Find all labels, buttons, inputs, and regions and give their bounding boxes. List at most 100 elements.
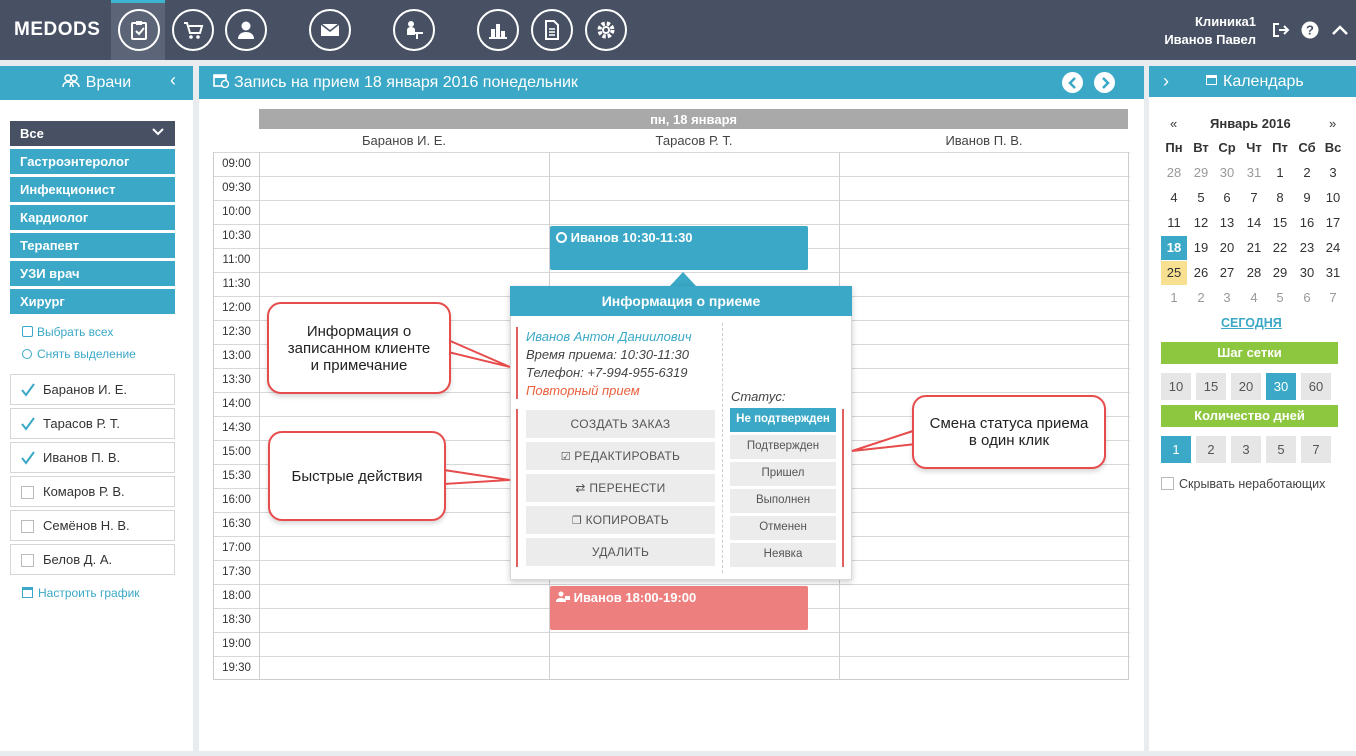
calendar-day[interactable]: 28 [1241,261,1267,285]
calendar-day[interactable]: 14 [1241,211,1267,235]
days-count-option[interactable]: 7 [1301,436,1331,463]
calendar-day[interactable]: 7 [1241,186,1267,210]
grid-step-option[interactable]: 30 [1266,373,1296,400]
collapse-chevron-up-icon[interactable] [1331,23,1349,42]
status-button-cancelled[interactable]: Отменен [730,516,836,540]
select-all-link[interactable]: Выбрать всех [22,325,113,339]
hide-nonworking-checkbox[interactable]: Скрывать неработающих [1161,477,1325,491]
nav-doctor-button[interactable] [393,9,435,51]
logout-icon[interactable] [1272,22,1290,43]
nav-user-button[interactable] [225,9,267,51]
status-button-unconfirmed[interactable]: Не подтвержден [730,408,836,432]
calendar-day[interactable]: 30 [1294,261,1320,285]
calendar-day[interactable]: 31 [1241,161,1267,185]
doctor-item[interactable]: Семёнов Н. В. [10,510,175,541]
time-row[interactable]: 10:00 [214,200,1130,224]
calendar-day[interactable]: 27 [1214,261,1240,285]
calendar-day[interactable]: 1 [1267,161,1293,185]
grid-step-option[interactable]: 10 [1161,373,1191,400]
calendar-day[interactable]: 20 [1214,236,1240,260]
nav-settings-button[interactable] [585,9,627,51]
user-name[interactable]: Иванов Павел [1164,32,1256,47]
calendar-day[interactable]: 23 [1294,236,1320,260]
calendar-day[interactable]: 24 [1320,236,1346,260]
today-link[interactable]: СЕГОДНЯ [1221,316,1282,330]
calendar-day[interactable]: 22 [1267,236,1293,260]
create-order-button[interactable]: СОЗДАТЬ ЗАКАЗ [526,410,715,438]
nav-reports-button[interactable] [477,9,519,51]
checkbox-empty[interactable] [21,486,34,499]
copy-button[interactable]: ❐ КОПИРОВАТЬ [526,506,715,534]
checkbox-empty[interactable] [21,554,34,567]
next-month-button[interactable]: » [1329,116,1336,131]
delete-button[interactable]: УДАЛИТЬ [526,538,715,566]
days-count-option[interactable]: 5 [1266,436,1296,463]
calendar-grid[interactable]: Пн Вт Ср Чт Пт Сб Вс 28 29 30 31 1 2 3 4 5 6 7 8 9 10 11 12 13 1… [1161,136,1347,316]
calendar-day[interactable]: 28 [1161,161,1187,185]
calendar-day[interactable]: 1 [1161,286,1187,310]
doctor-item[interactable]: Иванов П. В. [10,442,175,473]
status-button-noshow[interactable]: Неявка [730,543,836,567]
doctor-item[interactable]: Белов Д. А. [10,544,175,575]
nav-documents-button[interactable] [531,9,573,51]
specialty-item[interactable]: Инфекционист [10,177,175,202]
calendar-day[interactable]: 10 [1320,186,1346,210]
calendar-day[interactable]: 2 [1294,161,1320,185]
appointment-block[interactable]: Иванов 18:00-19:00 [550,586,808,630]
edit-button[interactable]: ☑ РЕДАКТИРОВАТЬ [526,442,715,470]
collapse-left-chevron-icon[interactable]: ‹ [170,70,176,91]
nav-mail-button[interactable] [309,9,351,51]
time-row[interactable]: 19:00 [214,632,1130,656]
nav-clipboard-button[interactable] [118,9,160,51]
specialty-filter-select[interactable]: Все [10,121,175,146]
deselect-all-link[interactable]: Снять выделение [22,347,136,361]
grid-step-option[interactable]: 15 [1196,373,1226,400]
specialty-item[interactable]: УЗИ врач [10,261,175,286]
app-logo[interactable]: MEDODS [14,19,100,41]
grid-step-option[interactable]: 20 [1231,373,1261,400]
calendar-day[interactable]: 13 [1214,211,1240,235]
specialty-item[interactable]: Терапевт [10,233,175,258]
calendar-day[interactable]: 4 [1241,286,1267,310]
grid-step-option[interactable]: 60 [1301,373,1331,400]
calendar-day[interactable]: 4 [1161,186,1187,210]
calendar-day[interactable]: 7 [1320,286,1346,310]
calendar-day[interactable]: 17 [1320,211,1346,235]
checkbox-empty[interactable] [21,520,34,533]
calendar-day[interactable]: 5 [1188,186,1214,210]
calendar-day[interactable]: 21 [1241,236,1267,260]
expand-right-chevron-icon[interactable]: › [1163,71,1169,92]
specialty-item[interactable]: Гастроэнтеролог [10,149,175,174]
configure-schedule-link[interactable]: Настроить график [22,586,140,600]
specialty-item[interactable]: Хирург [10,289,175,314]
calendar-day[interactable]: 29 [1267,261,1293,285]
calendar-day[interactable]: 29 [1188,161,1214,185]
next-day-button[interactable] [1094,72,1115,93]
prev-day-button[interactable] [1062,72,1083,93]
time-row[interactable]: 09:00 [214,152,1130,176]
doctor-item[interactable]: Комаров Р. В. [10,476,175,507]
calendar-day[interactable]: 26 [1188,261,1214,285]
help-icon[interactable]: ? [1301,21,1319,44]
doctor-item[interactable]: Тарасов Р. Т. [10,408,175,439]
calendar-day[interactable]: 8 [1267,186,1293,210]
calendar-day[interactable]: 5 [1267,286,1293,310]
calendar-day[interactable]: 31 [1320,261,1346,285]
calendar-day[interactable]: 2 [1188,286,1214,310]
calendar-day[interactable]: 3 [1320,161,1346,185]
calendar-day[interactable]: 9 [1294,186,1320,210]
calendar-day[interactable]: 6 [1294,286,1320,310]
time-row[interactable]: 09:30 [214,176,1130,200]
doctor-item[interactable]: Баранов И. Е. [10,374,175,405]
calendar-day[interactable]: 11 [1161,211,1187,235]
status-button-confirmed[interactable]: Подтвержден [730,435,836,459]
calendar-day[interactable]: 18 [1161,236,1187,260]
status-button-arrived[interactable]: Пришел [730,462,836,486]
appointment-block[interactable]: Иванов 10:30-11:30 [550,226,808,270]
days-count-option[interactable]: 3 [1231,436,1261,463]
calendar-day[interactable]: 19 [1188,236,1214,260]
calendar-day[interactable]: 12 [1188,211,1214,235]
status-button-done[interactable]: Выполнен [730,489,836,513]
days-count-option[interactable]: 1 [1161,436,1191,463]
move-button[interactable]: ⇄ ПЕРЕНЕСТИ [526,474,715,502]
